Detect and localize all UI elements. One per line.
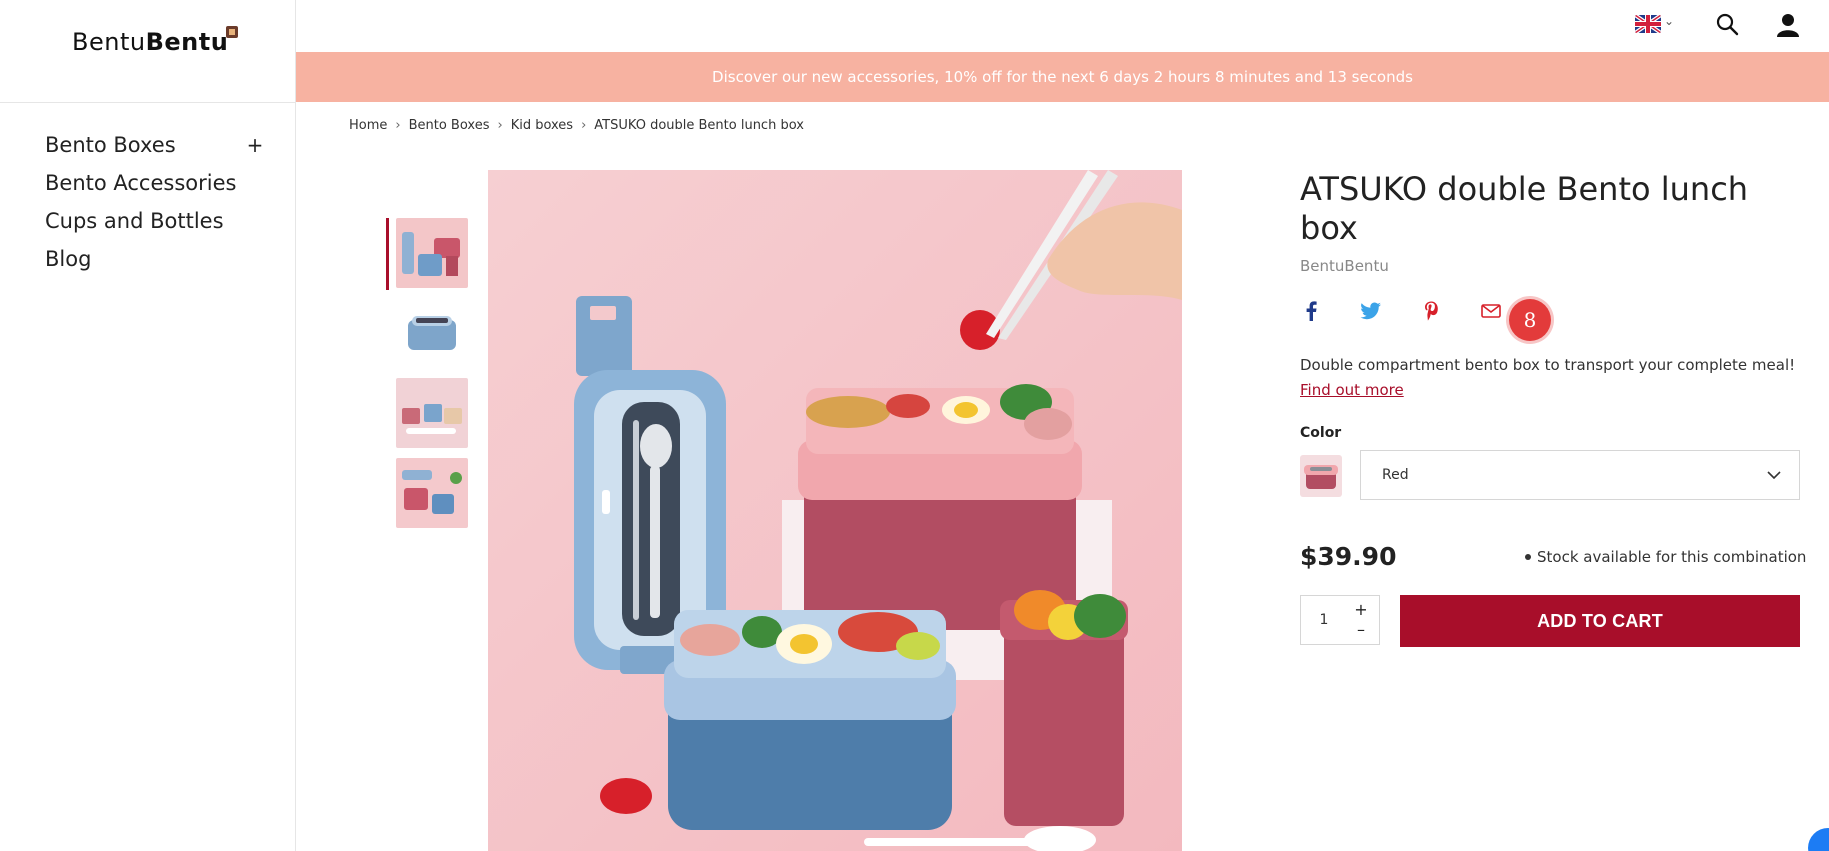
thumbnail-1[interactable] (386, 218, 472, 290)
promo-banner: Discover our new accessories, 10% off fo… (296, 52, 1829, 102)
chevron-right-icon: › (395, 118, 401, 133)
chevron-down-icon[interactable]: ⌄ (1664, 14, 1674, 28)
user-icon[interactable] (1775, 12, 1801, 38)
share-count-badge[interactable]: 8 (1509, 299, 1551, 341)
sidebar-item-label: Bento Boxes (45, 133, 176, 157)
breadcrumb-item[interactable]: Kid boxes (511, 118, 573, 133)
banner-countdown: 6 days 2 hours 8 minutes and 13 seconds (1099, 68, 1413, 86)
site-logo[interactable]: Bentu Bentu (72, 26, 239, 64)
thumbnail-3[interactable] (386, 378, 472, 450)
logo-text-light: Bentu (72, 28, 146, 56)
email-icon[interactable] (1480, 300, 1502, 322)
sidebar-item-label: Blog (45, 247, 92, 271)
thumbnail-list (386, 218, 472, 538)
sidebar-divider (0, 102, 296, 103)
logo-text-bold: Bentu (145, 28, 229, 56)
plus-icon[interactable]: + (1354, 600, 1367, 620)
quantity-stepper[interactable]: 1 + – (1300, 595, 1380, 645)
quantity-input[interactable]: 1 (1301, 612, 1347, 628)
color-select[interactable]: Red (1360, 450, 1800, 500)
top-bar: ⌄ (296, 0, 1829, 52)
sidebar-item-bento-boxes[interactable]: Bento Boxes + (45, 126, 265, 164)
sidebar-item-cups-bottles[interactable]: Cups and Bottles (45, 202, 265, 240)
minus-icon[interactable]: – (1357, 620, 1365, 640)
color-label: Color (1300, 425, 1342, 441)
sidebar-nav: Bento Boxes + Bento Accessories Cups and… (45, 126, 265, 278)
banner-text: Discover our new accessories, 10% off fo… (712, 68, 1095, 86)
sidebar-item-label: Bento Accessories (45, 171, 237, 195)
quantity-controls: + – (1347, 600, 1375, 640)
facebook-icon[interactable] (1300, 300, 1322, 322)
sidebar-item-label: Cups and Bottles (45, 209, 224, 233)
stock-dot-icon (1525, 554, 1531, 560)
product-brand[interactable]: BentuBentu (1300, 257, 1389, 275)
breadcrumb-item[interactable]: Bento Boxes (409, 118, 490, 133)
chevron-down-icon (1767, 467, 1781, 483)
chat-widget-icon[interactable] (1808, 828, 1829, 851)
sidebar-item-bento-accessories[interactable]: Bento Accessories (45, 164, 265, 202)
chevron-right-icon: › (497, 118, 503, 133)
product-main-image[interactable] (488, 170, 1182, 851)
thumbnail-4[interactable] (386, 458, 472, 530)
breadcrumb-current: ATSUKO double Bento lunch box (594, 118, 804, 133)
logo-box-icon (226, 26, 239, 38)
breadcrumb-item[interactable]: Home (349, 118, 387, 133)
product-price: $39.90 (1300, 542, 1397, 571)
sidebar-item-blog[interactable]: Blog (45, 240, 265, 278)
breadcrumb: Home › Bento Boxes › Kid boxes › ATSUKO … (349, 118, 804, 133)
find-out-more-link[interactable]: Find out more (1300, 381, 1404, 399)
stock-status: Stock available for this combination (1525, 548, 1806, 566)
thumbnail-2[interactable] (386, 298, 472, 370)
color-select-value: Red (1382, 467, 1409, 483)
color-swatch[interactable] (1300, 455, 1342, 497)
pinterest-icon[interactable] (1420, 300, 1442, 322)
product-title: ATSUKO double Bento lunch box (1300, 170, 1749, 247)
chevron-right-icon: › (581, 118, 587, 133)
share-bar (1300, 300, 1540, 322)
sidebar: Bentu Bentu Bento Boxes + Bento Accessori… (0, 0, 296, 851)
add-to-cart-button[interactable]: ADD TO CART (1400, 595, 1800, 647)
product-description: Double compartment bento box to transpor… (1300, 356, 1796, 374)
uk-flag-icon[interactable] (1635, 15, 1661, 33)
twitter-icon[interactable] (1360, 300, 1382, 322)
expand-plus-icon[interactable]: + (245, 133, 265, 157)
search-icon[interactable] (1715, 12, 1739, 36)
stock-text: Stock available for this combination (1537, 548, 1807, 566)
